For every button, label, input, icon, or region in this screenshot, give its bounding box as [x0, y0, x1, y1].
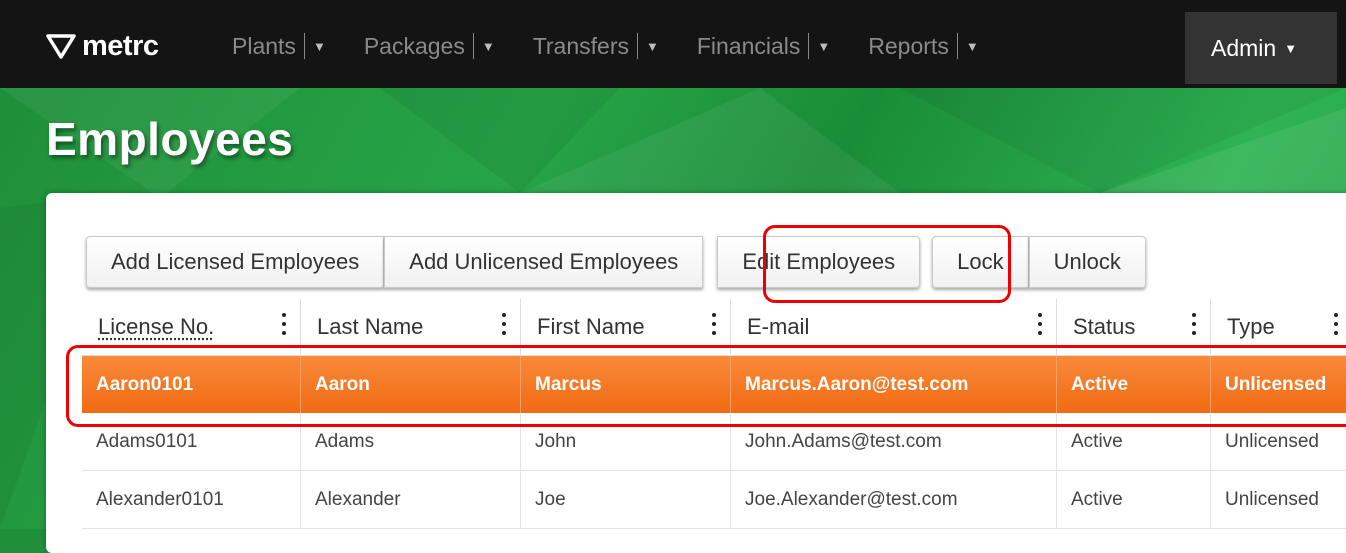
column-menu-icon[interactable] [1334, 313, 1338, 335]
add-button-group: Add Licensed Employees Add Unlicensed Em… [86, 236, 920, 290]
nav-item-packages[interactable]: Packages ▼ [364, 24, 495, 68]
nav-item-financials[interactable]: Financials ▼ [697, 24, 830, 68]
add-unlicensed-employees-button[interactable]: Add Unlicensed Employees [384, 236, 703, 288]
column-menu-icon[interactable] [712, 313, 716, 335]
column-header-last-name[interactable]: Last Name [300, 299, 520, 355]
cell-first-name: John [520, 413, 730, 470]
unlock-button[interactable]: Unlock [1029, 236, 1146, 288]
caret-down-icon[interactable]: ▼ [966, 39, 979, 54]
column-menu-icon[interactable] [1038, 313, 1042, 335]
column-label: Type [1227, 314, 1275, 340]
cell-type: Unlicensed [1210, 471, 1346, 528]
column-header-type[interactable]: Type [1210, 299, 1346, 355]
column-label: Status [1073, 314, 1135, 340]
column-label: Last Name [317, 314, 423, 340]
brand-logo[interactable]: metrc [46, 24, 159, 68]
nav-item-reports[interactable]: Reports ▼ [868, 24, 978, 68]
nav-label: Reports [868, 33, 949, 60]
nav-divider [637, 33, 638, 59]
column-header-email[interactable]: E-mail [730, 299, 1056, 355]
cell-email: Marcus.Aaron@test.com [730, 356, 1056, 413]
caret-down-icon[interactable]: ▼ [646, 39, 659, 54]
nav-item-admin[interactable]: Admin ▼ [1185, 12, 1337, 84]
caret-down-icon[interactable]: ▼ [313, 39, 326, 54]
column-label: License No. [98, 314, 214, 340]
cell-license-no: Adams0101 [82, 413, 300, 470]
nav-divider [304, 33, 305, 59]
cell-license-no: Aaron0101 [82, 356, 300, 413]
nav-divider [473, 33, 474, 59]
toolbar-spacer [920, 236, 932, 290]
cell-email: John.Adams@test.com [730, 413, 1056, 470]
nav-item-plants[interactable]: Plants ▼ [232, 24, 326, 68]
nav-label: Financials [697, 33, 801, 60]
column-label: E-mail [747, 314, 809, 340]
nav-label: Packages [364, 33, 465, 60]
metrc-logo-icon [46, 33, 76, 59]
column-menu-icon[interactable] [502, 313, 506, 335]
brand-name: metrc [82, 30, 159, 63]
column-header-license-no[interactable]: License No. [82, 299, 300, 355]
caret-down-icon: ▼ [1284, 41, 1297, 56]
cell-type: Unlicensed [1210, 356, 1346, 413]
nav-menu: Plants ▼ Packages ▼ Transfers ▼ Financia… [232, 24, 1017, 68]
employees-table: License No. Last Name First Name E-mail … [82, 299, 1346, 529]
nav-item-transfers[interactable]: Transfers ▼ [533, 24, 659, 68]
cell-license-no: Alexander0101 [82, 471, 300, 528]
nav-label: Plants [232, 33, 296, 60]
cell-last-name: Aaron [300, 356, 520, 413]
cell-type: Unlicensed [1210, 413, 1346, 470]
table-header: License No. Last Name First Name E-mail … [82, 299, 1346, 356]
cell-status: Active [1056, 471, 1210, 528]
cell-last-name: Adams [300, 413, 520, 470]
table-row[interactable]: Adams0101 Adams John John.Adams@test.com… [82, 413, 1346, 471]
nav-label: Transfers [533, 33, 629, 60]
caret-down-icon[interactable]: ▼ [482, 39, 495, 54]
cell-first-name: Joe [520, 471, 730, 528]
column-header-first-name[interactable]: First Name [520, 299, 730, 355]
lock-button[interactable]: Lock [932, 236, 1028, 288]
nav-divider [957, 33, 958, 59]
cell-status: Active [1056, 413, 1210, 470]
column-menu-icon[interactable] [1192, 313, 1196, 335]
add-licensed-employees-button[interactable]: Add Licensed Employees [86, 236, 384, 288]
cell-first-name: Marcus [520, 356, 730, 413]
table-row[interactable]: Alexander0101 Alexander Joe Joe.Alexande… [82, 471, 1346, 529]
nav-divider [808, 33, 809, 59]
top-navbar: metrc Plants ▼ Packages ▼ Transfers ▼ Fi… [0, 0, 1346, 88]
table-row-selected[interactable]: Aaron0101 Aaron Marcus Marcus.Aaron@test… [82, 356, 1346, 413]
employee-toolbar: Add Licensed Employees Add Unlicensed Em… [86, 236, 1146, 290]
cell-status: Active [1056, 356, 1210, 413]
cell-last-name: Alexander [300, 471, 520, 528]
page-title: Employees [46, 112, 293, 166]
caret-down-icon[interactable]: ▼ [817, 39, 830, 54]
nav-label: Admin [1211, 35, 1276, 62]
column-menu-icon[interactable] [282, 313, 286, 335]
cell-email: Joe.Alexander@test.com [730, 471, 1056, 528]
column-label: First Name [537, 314, 645, 340]
edit-employees-button[interactable]: Edit Employees [717, 236, 920, 288]
column-header-status[interactable]: Status [1056, 299, 1210, 355]
lock-button-group: Lock Unlock [932, 236, 1146, 290]
